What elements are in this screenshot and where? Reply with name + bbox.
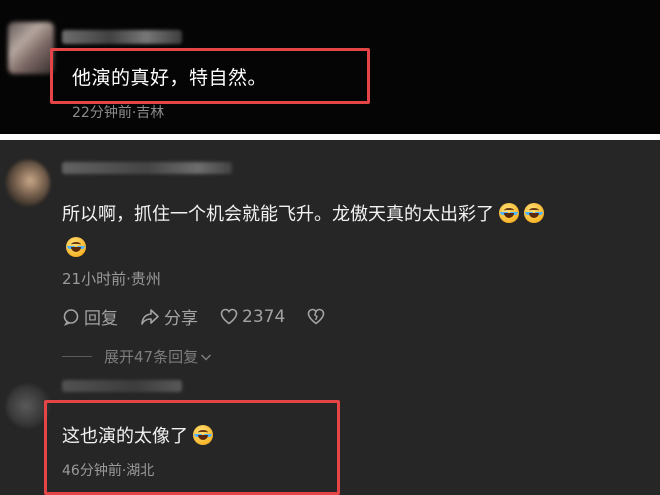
comment-actions: 回复 分享 2374 [62,304,351,329]
share-label: 分享 [164,309,198,329]
username-blurred[interactable] [62,30,182,44]
comment-body: 这也演的太像了 [62,422,213,448]
laugh-cry-icon [66,237,86,257]
comment-thread-panel: 所以啊，抓住一个机会就能飞升。龙傲天真的太出彩了 21小时前·贵州 回复 分享 … [0,140,660,495]
laugh-cry-icon [193,425,213,445]
avatar[interactable] [8,22,54,74]
like-button[interactable]: 2374 [220,307,285,327]
share-button[interactable]: 分享 [140,304,198,329]
comment-meta: 46分钟前·湖北 [62,463,155,479]
reply-label: 回复 [84,309,118,329]
share-arrow-icon [141,308,159,325]
comment-meta: 22分钟前·吉林 [72,105,165,121]
comment-text: 这也演的太像了 [62,426,188,447]
reply-button[interactable]: 回复 [62,304,118,329]
avatar[interactable] [6,160,50,206]
comment-body: 所以啊，抓住一个机会就能飞升。龙傲天真的太出彩了 [62,198,658,266]
dislike-button[interactable] [307,308,329,325]
broken-heart-icon [307,308,325,325]
laugh-cry-icon [499,203,519,223]
chevron-down-icon [201,353,212,361]
reply-bubble-icon [63,308,79,326]
comment-text: 所以啊，抓住一个机会就能飞升。龙傲天真的太出彩了 [62,204,494,225]
comment-text: 他演的真好，特自然。 [72,67,268,89]
top-comment-panel: 他演的真好，特自然。 22分钟前·吉林 [0,0,660,134]
expand-replies-label: 展开47条回复 [104,348,199,366]
like-count: 2374 [242,306,286,327]
username-blurred[interactable] [62,380,182,392]
comment-meta: 21小时前·贵州 [62,270,161,288]
expand-replies-button[interactable]: 展开47条回复 [62,346,212,367]
username-blurred[interactable] [62,162,232,174]
divider [62,356,92,357]
laugh-cry-icon [524,203,544,223]
heart-icon [220,308,238,325]
